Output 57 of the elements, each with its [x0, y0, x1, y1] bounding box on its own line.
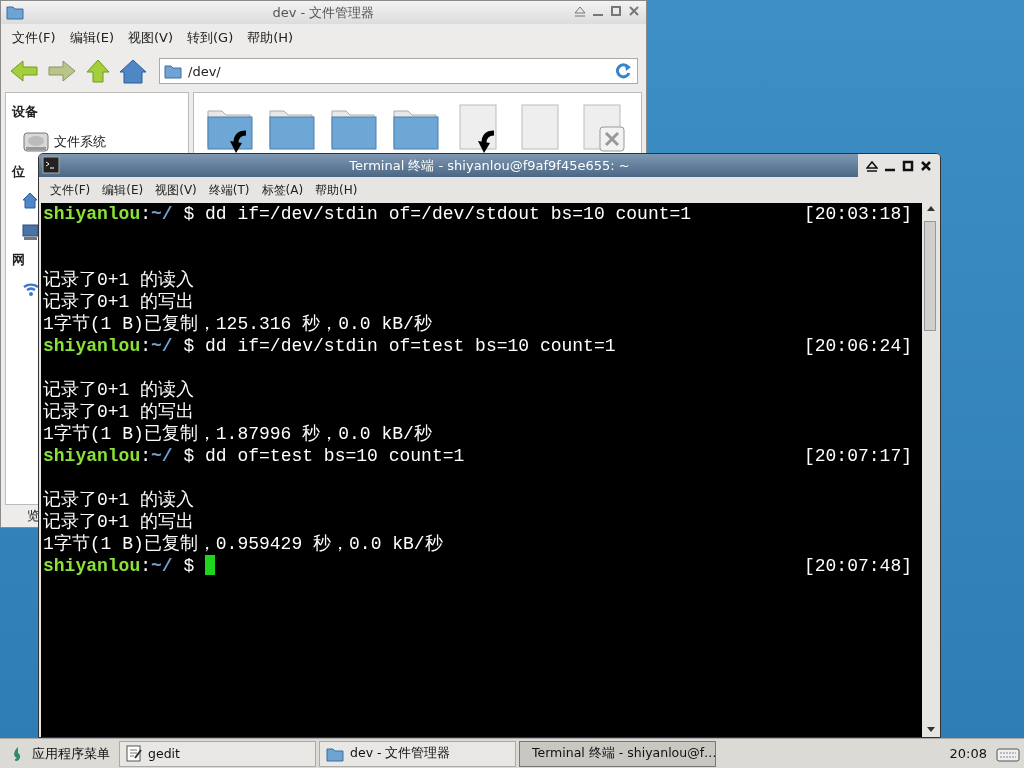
text-editor-icon — [126, 745, 142, 762]
section-heading: 位 — [12, 163, 25, 181]
menu-item[interactable]: 转到(G) — [182, 27, 239, 47]
output-line: 记录了0+1 的写出 — [43, 401, 195, 423]
scroll-thumb[interactable] — [924, 221, 936, 331]
forward-arrow-icon[interactable] — [47, 58, 77, 84]
back-arrow-icon[interactable] — [9, 58, 39, 84]
prompt-line: shiyanlou:~/ $ dd of=test bs=10 count=1 — [43, 445, 465, 467]
timestamp: [20:06:24] — [803, 335, 912, 357]
menu-item[interactable]: 帮助(H) — [310, 180, 363, 200]
menu-item[interactable]: 编辑(E) — [64, 27, 119, 47]
hard-drive-icon — [22, 129, 50, 155]
menu-item[interactable]: 终端(T) — [203, 180, 255, 200]
timestamp: [20:07:48] — [803, 555, 912, 577]
prompt-line: shiyanlou:~/ $ dd if=/dev/stdin of=test bs=10 count=1 — [43, 335, 616, 357]
folder-icon — [326, 745, 344, 762]
sidebar-item[interactable]: 文件系统 — [54, 133, 106, 151]
refresh-icon[interactable] — [615, 62, 633, 80]
monitor-icon — [22, 223, 39, 241]
menu-item[interactable]: 帮助(H) — [242, 27, 299, 47]
menu-item[interactable]: 编辑(E) — [97, 180, 149, 200]
taskbar-button[interactable]: gedit — [119, 740, 316, 767]
output-line: 1字节(1 B)已复制，125.316 秒，0.0 kB/秒 — [43, 313, 432, 335]
clock: 20:08 — [948, 746, 988, 761]
menu-item[interactable]: 视图(V) — [123, 27, 179, 47]
menu-item[interactable]: 文件(F) — [7, 27, 61, 47]
output-line: 记录了0+1 的读入 — [43, 489, 195, 511]
window-title: Terminal 终端 - shiyanlou@f9af9f45e655: ~ — [349, 156, 630, 175]
output-line: 记录了0+1 的读入 — [43, 269, 195, 291]
output-line: 1字节(1 B)已复制，1.87996 秒，0.0 kB/秒 — [43, 423, 432, 445]
roll-up-icon[interactable] — [866, 159, 878, 172]
home-icon[interactable] — [119, 58, 147, 84]
terminal-icon — [42, 156, 60, 174]
section-heading: 设备 — [12, 103, 38, 121]
output-line: 记录了0+1 的读入 — [43, 379, 195, 401]
menu-item[interactable]: 视图(V) — [150, 180, 202, 200]
output-line: 记录了0+1 的写出 — [43, 291, 195, 313]
section-heading: 网 — [12, 251, 25, 269]
taskbar-button[interactable]: Terminal 终端 - shiyanlou@f… — [519, 740, 716, 767]
up-arrow-icon[interactable] — [85, 58, 111, 84]
output-line: 记录了0+1 的写出 — [43, 511, 195, 533]
menu-item[interactable]: 标签(A) — [256, 180, 309, 200]
timestamp: [20:07:17] — [803, 445, 912, 467]
window-title: dev - 文件管理器 — [272, 3, 375, 22]
prompt-line: shiyanlou:~/ $ dd if=/dev/stdin of=/dev/stdout bs=10 count=1 — [43, 203, 692, 225]
prompt-line: shiyanlou:~/ $ — [43, 555, 216, 577]
menu-item[interactable]: 文件(F) — [45, 180, 96, 200]
home-icon — [22, 191, 38, 209]
address-field[interactable]: /dev/ — [159, 58, 638, 84]
applications-menu-button[interactable]: 应用程序菜单 — [4, 740, 116, 767]
folder-icon — [6, 4, 24, 20]
close-icon[interactable] — [920, 159, 932, 172]
timestamp: [20:03:18] — [803, 203, 912, 225]
output-line: 1字节(1 B)已复制，0.959429 秒，0.0 kB/秒 — [43, 533, 443, 555]
maximize-icon[interactable] — [902, 159, 914, 172]
folder-icon — [164, 63, 182, 79]
taskbar-button[interactable]: dev - 文件管理器 — [319, 740, 516, 767]
